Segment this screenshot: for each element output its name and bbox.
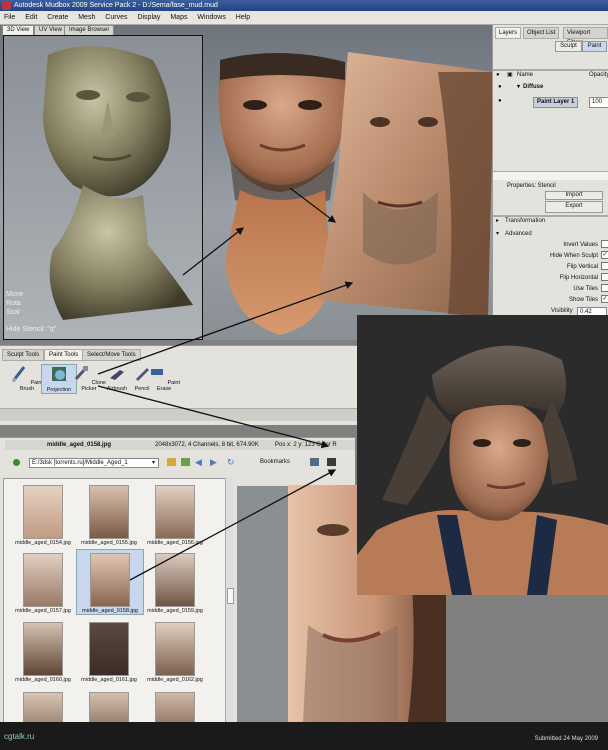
footer-bar: cgtalk.ru Submitted 24 May 2009 [0,722,608,750]
arrow-projection-to-browser [97,385,330,449]
site-logo: cgtalk.ru [4,732,35,741]
arrow-stencil-to-head [289,187,337,223]
arrow-thumbnail-to-stencil [129,469,337,581]
arrow-sculpt-to-texture [182,227,245,276]
final-render-overlay [357,315,608,595]
submitted-date: Submitted 24 May 2009 [534,736,598,742]
arrow-projection-to-stencil [97,281,354,375]
